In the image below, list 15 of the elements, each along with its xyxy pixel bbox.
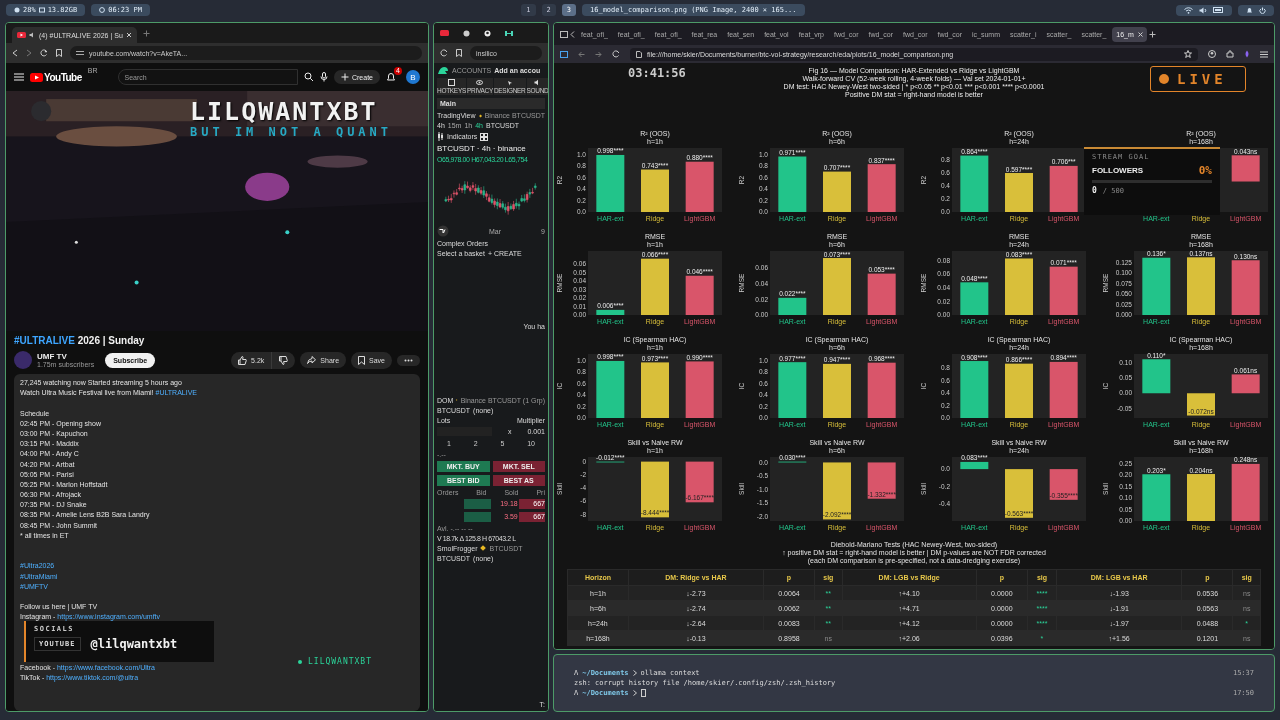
video-title: #ULTRALIVE 2026 | Sunday [14, 335, 146, 346]
social-handle: @lilqwantxbt [90, 637, 178, 651]
youtube-logo[interactable]: YouTube [44, 71, 82, 83]
channel-tag: LILQWANTXBT [308, 657, 372, 666]
goal-percent: 0% [1198, 164, 1212, 177]
symbol-title: BTCUSDT · 4h · binance [437, 144, 527, 153]
account-avatar[interactable]: B [406, 70, 420, 84]
live-badge: LIVE [1150, 66, 1246, 92]
stream-logo: LILQWANTXBT [190, 98, 378, 125]
stream-timer: 03:41:56 [628, 66, 686, 80]
goal-title: FOLLOWERS [1092, 166, 1144, 175]
channel-name[interactable]: UMF TV [37, 352, 95, 361]
goal-count: 0 [1092, 186, 1097, 195]
hashtag-link[interactable]: #ULTRALIVE [14, 335, 75, 346]
stream-tagline: BUT IM NOT A QUANT [190, 125, 393, 139]
